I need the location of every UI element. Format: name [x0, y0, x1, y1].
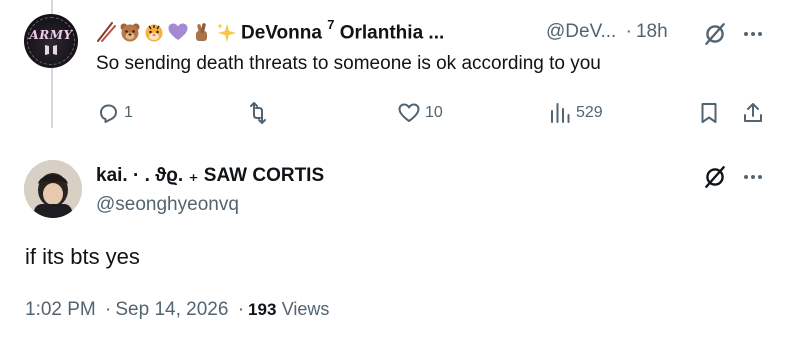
share-icon [744, 103, 762, 122]
analytics-icon [551, 103, 570, 123]
tweet-header: DeVonna 7 Orlanthia ... [95, 17, 444, 44]
user-handle[interactable]: @DeV... [546, 21, 616, 42]
chopsticks-emoji-icon [97, 22, 116, 42]
tweet-metadata: 1:02 PM · Sep 14, 2026 · 193 Views [25, 299, 329, 321]
parent-tweet[interactable]: ARMY DeVonna 7 Orlanthia ... @DeV... · 1… [0, 0, 787, 140]
grok-icon[interactable] [702, 21, 728, 47]
bookmark-icon [701, 103, 717, 123]
avatar[interactable]: ARMY [24, 14, 78, 68]
crossed-fingers-emoji-icon [196, 23, 207, 41]
tweet-date[interactable]: Sep 14, 2026 [115, 299, 228, 320]
more-icon[interactable] [741, 22, 765, 46]
avatar-army-text: ARMY [29, 28, 73, 42]
views-button[interactable]: 529 [548, 98, 603, 128]
more-icon[interactable] [741, 165, 765, 189]
separator-dot: · [625, 21, 632, 42]
tweet-text: if its bts yes [25, 244, 140, 269]
avatar[interactable] [24, 160, 82, 218]
tweet-text: So sending death threats to someone is o… [96, 53, 601, 74]
like-count: 10 [425, 104, 443, 121]
like-button[interactable]: 10 [397, 98, 443, 128]
display-name-row: kai. · . ϑϱ. ₊ SAW CORTIS [96, 164, 324, 187]
views-label: Views [281, 299, 330, 319]
bts-logo-icon [45, 45, 57, 55]
profile-photo [24, 160, 82, 218]
bear-emoji-icon [120, 23, 140, 42]
display-name[interactable]: kai. · . ϑϱ. ₊ SAW CORTIS [96, 164, 324, 187]
reply-count: 1 [124, 104, 133, 121]
tweet-time[interactable]: 1:02 PM [25, 299, 96, 320]
repost-button[interactable] [246, 98, 274, 128]
display-name[interactable]: DeVonna 7 Orlanthia ... [241, 17, 444, 44]
user-handle[interactable]: @seonghyeonvq [96, 194, 239, 216]
heart-icon [398, 103, 420, 122]
reply-button[interactable]: 1 [96, 98, 133, 128]
grok-icon[interactable] [702, 164, 728, 190]
separator-dot: · [237, 299, 245, 320]
tweet-time[interactable]: 18h [636, 21, 668, 42]
views-count: 529 [576, 104, 603, 121]
tiger-emoji-icon [145, 24, 163, 42]
bookmark-button[interactable] [697, 98, 721, 128]
repost-icon [250, 102, 266, 124]
separator-dot: · [105, 299, 112, 320]
tweet-actions: 1 10 529 [96, 98, 776, 128]
sparkles-emoji-icon [217, 23, 236, 42]
views-count: 193 [248, 300, 277, 319]
purple-heart-emoji-icon [168, 23, 188, 40]
reply-icon [100, 104, 117, 123]
handle-and-time: @DeV... · 18h [546, 20, 668, 44]
share-button[interactable] [741, 98, 765, 128]
